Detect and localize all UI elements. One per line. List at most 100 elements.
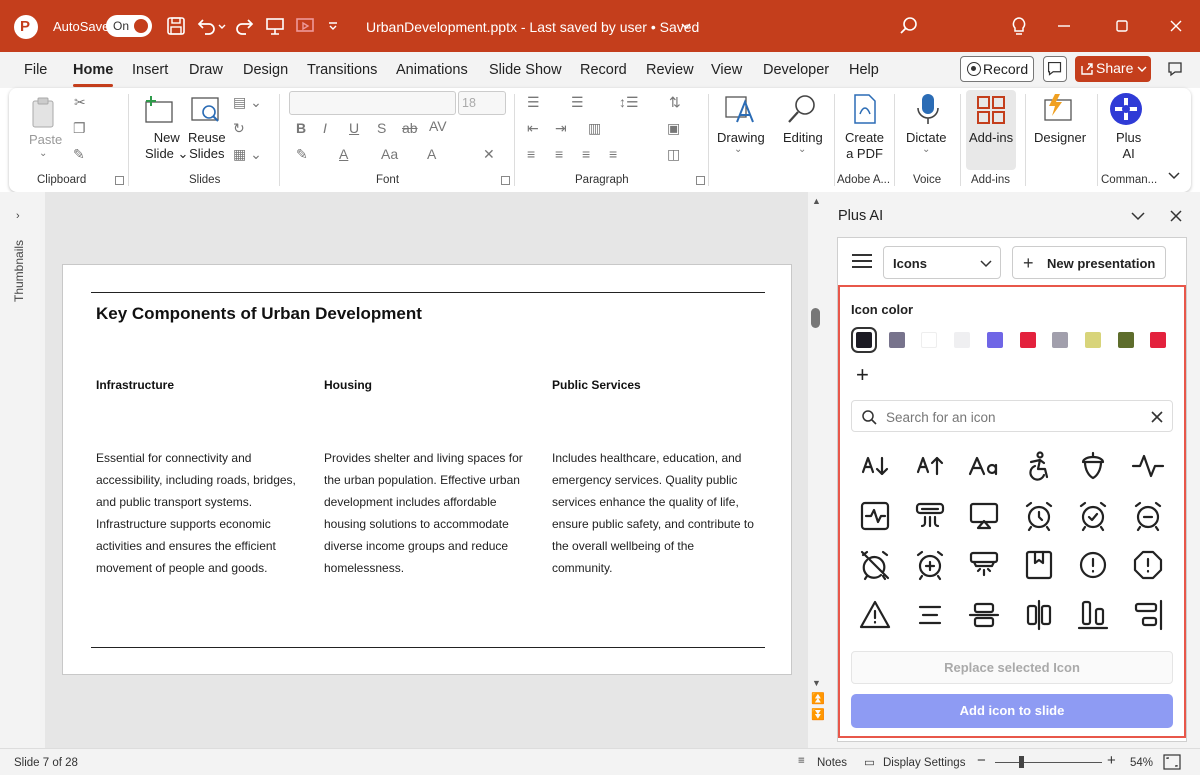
- airplay-icon[interactable]: [966, 498, 1002, 534]
- color-swatch[interactable]: [1084, 332, 1101, 348]
- microphone-icon[interactable]: [911, 92, 945, 129]
- plus-ai-label[interactable]: Plus AI: [1116, 130, 1141, 162]
- column-body[interactable]: Includes healthcare, education, and emerg…: [552, 447, 772, 579]
- alert-circle-icon[interactable]: [1075, 547, 1111, 583]
- tab-view[interactable]: View: [711, 62, 742, 78]
- align-center-horizontal-icon[interactable]: [966, 597, 1002, 633]
- paste-dropdown-icon[interactable]: ⌄: [39, 148, 47, 159]
- undo-icon[interactable]: [195, 15, 217, 37]
- new-slide-icon[interactable]: [142, 94, 176, 129]
- color-swatch[interactable]: [1019, 332, 1036, 348]
- column-heading[interactable]: Public Services: [552, 378, 641, 392]
- create-pdf-label[interactable]: Create a PDF: [845, 130, 884, 162]
- acorn-icon[interactable]: [1075, 448, 1111, 484]
- next-slide-icon[interactable]: ⏬: [811, 708, 825, 721]
- vertical-scrollbar[interactable]: ▲ ▼ ⏫ ⏬: [808, 192, 826, 748]
- tab-file[interactable]: File: [24, 62, 47, 78]
- display-settings-icon[interactable]: ▭: [864, 755, 875, 769]
- undo-dropdown-icon[interactable]: [217, 15, 227, 37]
- underline-icon[interactable]: U: [349, 120, 359, 136]
- comments-button[interactable]: [1043, 56, 1067, 82]
- font-size-combo[interactable]: 18: [458, 91, 506, 115]
- layout-icon[interactable]: ▤ ⌄: [233, 94, 262, 111]
- mode-select[interactable]: Icons: [883, 246, 1001, 279]
- scrollbar-thumb[interactable]: [811, 308, 820, 328]
- menu-icon[interactable]: [852, 254, 872, 268]
- column-body[interactable]: Provides shelter and living spaces for th…: [324, 447, 534, 579]
- format-painter-icon[interactable]: ✎: [73, 146, 85, 163]
- numbering-icon[interactable]: ☰: [571, 94, 584, 111]
- font-launcher-icon[interactable]: [501, 176, 510, 185]
- add-icon-button[interactable]: Add icon to slide: [851, 694, 1173, 728]
- present-icon[interactable]: [294, 15, 316, 37]
- color-swatch[interactable]: [986, 332, 1003, 348]
- alert-octagon-icon[interactable]: [1130, 547, 1166, 583]
- scroll-up-icon[interactable]: ▲: [812, 196, 821, 206]
- columns-icon[interactable]: ▥: [588, 120, 601, 137]
- alarm-clock-plus-icon[interactable]: [912, 547, 948, 583]
- replace-icon-button[interactable]: Replace selected Icon: [851, 651, 1173, 684]
- shadow-icon[interactable]: S: [377, 120, 386, 136]
- align-right-icon[interactable]: ≡: [582, 146, 590, 162]
- arrow-sort-down-icon[interactable]: [857, 448, 893, 484]
- align-left-icon[interactable]: ≡: [527, 146, 535, 162]
- section-icon[interactable]: ▦ ⌄: [233, 146, 262, 163]
- tab-help[interactable]: Help: [849, 62, 879, 78]
- notes-icon[interactable]: ≡: [798, 755, 805, 767]
- change-case-icon[interactable]: Aa: [381, 146, 398, 162]
- save-icon[interactable]: [165, 15, 187, 37]
- present-from-start-icon[interactable]: [264, 15, 286, 37]
- color-swatch[interactable]: [921, 332, 938, 348]
- drawing-icon[interactable]: [723, 92, 757, 129]
- expand-thumbnails-icon[interactable]: ›: [16, 210, 20, 222]
- new-presentation-button[interactable]: + New presentation: [1012, 246, 1166, 279]
- font-color-icon[interactable]: A: [339, 146, 348, 162]
- activity-icon[interactable]: [1130, 448, 1166, 484]
- reset-icon[interactable]: ↻: [233, 120, 245, 137]
- highlight-icon[interactable]: ✎: [296, 146, 308, 163]
- notes-button[interactable]: Notes: [817, 757, 847, 769]
- column-body[interactable]: Essential for connectivity and accessibil…: [96, 447, 306, 579]
- zoom-percent[interactable]: 54%: [1130, 757, 1153, 769]
- clipboard-launcher-icon[interactable]: [115, 176, 124, 185]
- color-swatch[interactable]: [1052, 332, 1069, 348]
- add-color-icon[interactable]: +: [856, 362, 869, 388]
- zoom-slider-thumb[interactable]: [1019, 756, 1025, 768]
- paste-label[interactable]: Paste: [29, 132, 62, 148]
- color-swatch[interactable]: [1117, 332, 1134, 348]
- close-icon[interactable]: [1164, 14, 1188, 38]
- display-settings-button[interactable]: Display Settings: [883, 757, 965, 769]
- create-pdf-icon[interactable]: [848, 92, 882, 129]
- zoom-slider-track[interactable]: [995, 762, 1102, 763]
- panel-close-icon[interactable]: [1168, 208, 1184, 227]
- text-size-icon[interactable]: [966, 448, 1002, 484]
- decrease-indent-icon[interactable]: ⇤: [527, 120, 539, 137]
- zoom-out-icon[interactable]: −: [977, 752, 986, 769]
- autosave-toggle[interactable]: On: [106, 15, 152, 37]
- smartart-icon[interactable]: ◫: [667, 146, 680, 163]
- line-spacing-icon[interactable]: ↕☰: [619, 94, 639, 111]
- text-direction-icon[interactable]: ⇅: [669, 94, 681, 111]
- editing-dropdown-icon[interactable]: ⌄: [798, 144, 806, 155]
- search-icon[interactable]: [898, 15, 920, 37]
- arrow-sort-up-icon[interactable]: [912, 448, 948, 484]
- align-center-icon[interactable]: [912, 597, 948, 633]
- slide-canvas[interactable]: Key Components of Urban Development Infr…: [62, 264, 792, 675]
- new-slide-label[interactable]: New Slide ⌄: [145, 130, 188, 162]
- drawing-dropdown-icon[interactable]: ⌄: [734, 144, 742, 155]
- panel-options-chevron-icon[interactable]: [1130, 208, 1146, 227]
- alarm-clock-minus-icon[interactable]: [1130, 498, 1166, 534]
- lightbulb-icon[interactable]: [1008, 15, 1030, 37]
- icon-search[interactable]: [851, 400, 1173, 432]
- paste-icon[interactable]: [29, 96, 59, 133]
- clear-format-icon[interactable]: ✕: [483, 146, 495, 163]
- accessibility-icon[interactable]: [1021, 448, 1057, 484]
- increase-indent-icon[interactable]: ⇥: [555, 120, 567, 137]
- tab-transitions[interactable]: Transitions: [307, 62, 377, 78]
- alert-triangle-icon[interactable]: [857, 597, 893, 633]
- alarm-smoke-icon[interactable]: [966, 547, 1002, 583]
- feedback-icon[interactable]: [1165, 59, 1185, 82]
- align-text-icon[interactable]: ▣: [667, 120, 680, 137]
- tab-design[interactable]: Design: [243, 62, 288, 78]
- tab-slide-show[interactable]: Slide Show: [489, 62, 562, 78]
